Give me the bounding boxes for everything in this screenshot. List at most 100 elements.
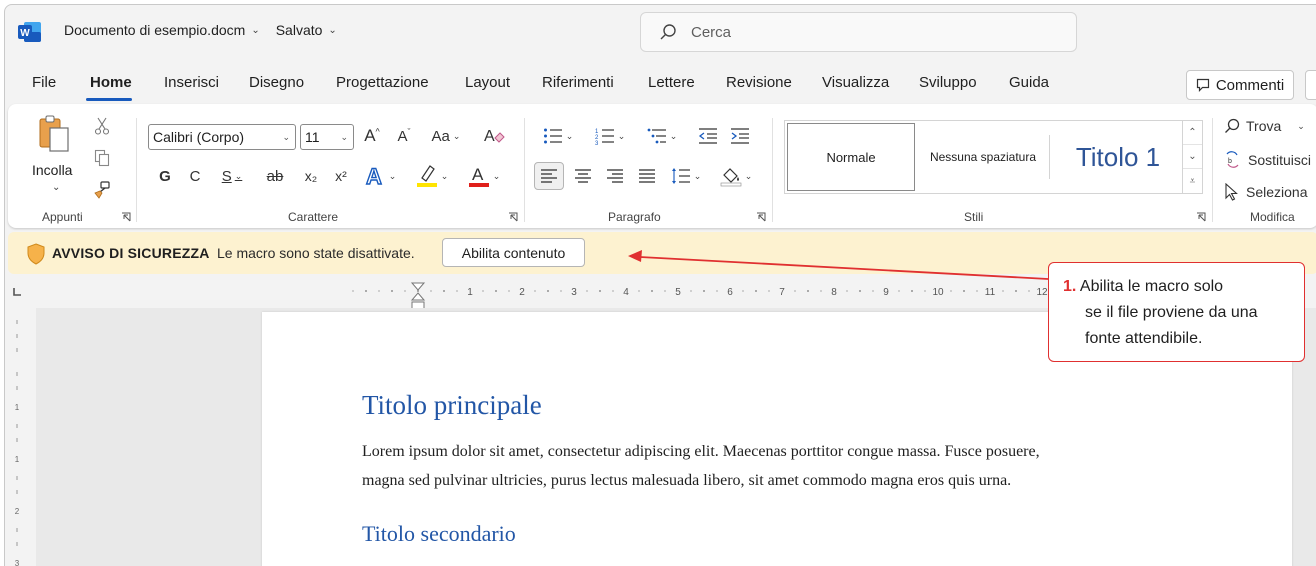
numbered-list-icon: 123 [595,129,614,145]
ruler-label: 3 [571,287,577,298]
justify-icon [639,169,655,183]
clipboard-icon [39,115,69,152]
italic-button[interactable]: C [184,164,206,188]
ruler-tick [378,290,380,292]
active-tab-indicator [86,98,132,101]
ruler-tick [807,290,809,292]
find-button[interactable]: Trova ⌄ [1224,114,1305,138]
grow-font-icon: A^ [364,126,380,145]
clear-formatting-button[interactable]: A [482,124,506,148]
group-label-font: Carattere [288,210,339,224]
chevron-down-icon: ⌄ [251,24,260,36]
ruler-tick [547,290,549,292]
increase-indent-button[interactable] [728,124,752,148]
shading-button[interactable]: ⌄ [716,162,756,190]
ruler-tick [963,290,965,292]
select-button[interactable]: Seleziona [1224,180,1308,204]
ruler-tick [924,290,926,292]
grow-font-button[interactable]: A^ [360,124,384,148]
tab-draw[interactable]: Disegno [249,74,304,91]
ruler-tick [716,290,718,292]
ruler-scale: 1 2 3 4 5 6 7 8 9 10 11 12 [352,287,1048,298]
document-paragraph[interactable]: Lorem ipsum dolor sit amet, consectetur … [362,437,1142,495]
paste-button[interactable] [34,114,74,154]
dialog-launcher-icon[interactable] [1196,212,1206,222]
document-title[interactable]: Documento di esempio.docm ⌄ Salvato ⌄ [64,22,337,38]
copy-button[interactable] [92,148,112,168]
scissors-icon [94,117,110,135]
text-effects-button[interactable]: A ⌄ [360,162,400,190]
document-name: Documento di esempio.docm [64,22,246,38]
multilevel-list-button[interactable]: ⌄ [642,124,682,148]
ruler-tick [768,290,770,292]
align-right-button[interactable] [602,162,628,190]
line-spacing-button[interactable]: ⌄ [666,162,706,190]
tab-review[interactable]: Revisione [726,74,792,91]
style-normal[interactable]: Normale [787,123,915,191]
tab-selector-icon[interactable] [11,286,23,298]
share-button[interactable] [1305,70,1316,100]
cursor-arrow-icon [1225,183,1238,201]
ruler-tick [560,290,562,292]
vertical-ruler: 1 1 2 3 [15,320,20,566]
more-styles-icon[interactable]: ⩡ [1183,169,1202,193]
tab-references[interactable]: Riferimenti [542,74,614,91]
chevron-down-icon: ⌄ [340,132,348,142]
ruler-tick [703,290,705,292]
format-painter-icon [94,181,110,199]
tab-file[interactable]: File [32,74,56,91]
align-left-button[interactable] [534,162,564,190]
justify-button[interactable] [634,162,660,190]
format-painter-button[interactable] [92,180,112,200]
font-name-select[interactable]: Calibri (Corpo) ⌄ [148,124,296,150]
ruler-tick [1015,290,1017,292]
font-size-select[interactable]: 11 ⌄ [300,124,354,150]
style-heading-1[interactable]: Titolo 1 [1055,123,1181,191]
chevron-up-icon[interactable]: ⌃ [1183,121,1202,145]
dialog-launcher-icon[interactable] [508,212,518,222]
group-separator [1212,118,1213,222]
highlighter-icon [416,165,437,187]
word-logo-icon: W [18,22,41,42]
document-heading-2[interactable]: Titolo secondario [362,521,516,547]
tab-developer[interactable]: Sviluppo [919,74,977,91]
bullets-button[interactable]: ⌄ [538,124,578,148]
saved-status[interactable]: Salvato ⌄ [276,22,337,38]
tab-home[interactable]: Home [90,74,132,91]
styles-gallery-scroll[interactable]: ⌃ ⌄ ⩡ [1183,120,1203,194]
document-heading-1[interactable]: Titolo principale [362,390,542,421]
style-no-spacing[interactable]: Nessuna spaziatura [921,123,1045,191]
ruler-tick [950,290,952,292]
tab-insert[interactable]: Inserisci [164,74,219,91]
align-center-button[interactable] [570,162,596,190]
horizontal-ruler[interactable]: 1 2 3 4 5 6 7 8 9 10 11 12 [288,282,1088,300]
tab-layout[interactable]: Layout [465,74,510,91]
chevron-down-icon[interactable]: ⌄ [1183,145,1202,169]
enable-content-button[interactable]: Abilita contenuto [442,238,585,267]
tab-design[interactable]: Progettazione [336,74,429,91]
cut-button[interactable] [92,116,112,136]
subscript-button[interactable]: x₂ [300,164,322,188]
bold-button[interactable]: G [154,164,176,188]
copy-icon [94,149,110,167]
dialog-launcher-icon[interactable] [121,212,131,222]
change-case-button[interactable]: Aa ⌄ [426,124,466,148]
superscript-button[interactable]: x² [330,164,352,188]
font-color-button[interactable]: A ⌄ [464,162,504,190]
comments-button[interactable]: Commenti [1186,70,1294,100]
decrease-indent-button[interactable] [696,124,720,148]
replace-button[interactable]: b Sostituisci [1224,148,1311,172]
numbering-button[interactable]: 123 ⌄ [590,124,630,148]
svg-text:A: A [472,165,484,184]
search-input[interactable]: Cerca [640,12,1077,52]
shrink-font-button[interactable]: Aˇ [392,124,416,148]
tab-help[interactable]: Guida [1009,74,1049,91]
underline-button[interactable]: S ⌄ [214,164,250,188]
highlight-button[interactable]: ⌄ [412,162,452,190]
ruler-tick [690,290,692,292]
chevron-down-icon: ⌄ [52,182,61,193]
strikethrough-button[interactable]: ab [262,164,288,188]
dialog-launcher-icon[interactable] [756,212,766,222]
tab-view[interactable]: Visualizza [822,74,889,91]
tab-mailings[interactable]: Lettere [648,74,695,91]
